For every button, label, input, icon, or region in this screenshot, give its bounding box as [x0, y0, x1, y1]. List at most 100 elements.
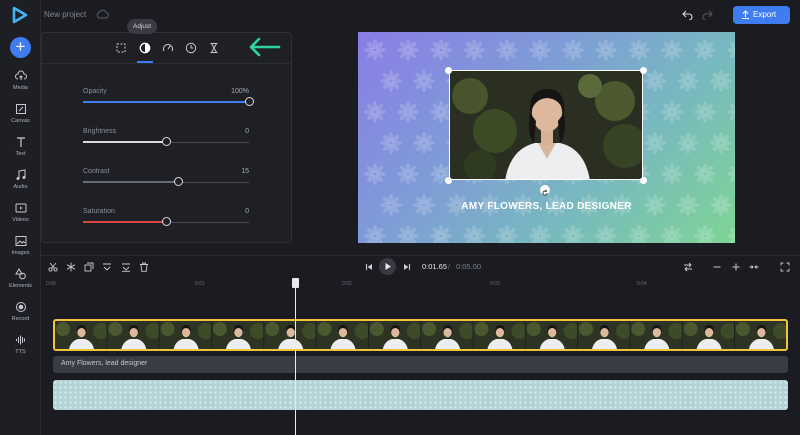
- resize-handle-top-right[interactable]: [640, 67, 647, 74]
- contrast-fill: [83, 181, 178, 183]
- sidebar-item-label: Text: [15, 151, 26, 157]
- flower-shape: [380, 132, 402, 154]
- text-icon: [16, 137, 25, 147]
- canvas-icon: [15, 104, 26, 114]
- text-clip[interactable]: Amy Flowers, lead designer: [53, 356, 788, 373]
- adjust-panel: Opacity 100% Brightness 0 Contrast 15 Sa…: [41, 32, 292, 243]
- video-clip[interactable]: [53, 319, 788, 351]
- contrast-knob[interactable]: [174, 177, 183, 186]
- sidebar-item-elements[interactable]: Elements: [0, 268, 41, 298]
- rotate-icon: [542, 189, 548, 196]
- flower-shape: [694, 39, 716, 61]
- resize-handle-bottom-right[interactable]: [640, 177, 647, 184]
- saturation-knob[interactable]: [162, 217, 171, 226]
- sidebar-item-media[interactable]: Media: [0, 70, 41, 100]
- speed-icon: [163, 44, 173, 52]
- sidebar-item-canvas[interactable]: Canvas: [0, 103, 41, 133]
- freeze-icon[interactable]: [66, 262, 76, 272]
- swap-icon[interactable]: [683, 262, 693, 272]
- resize-handle-top-left[interactable]: [445, 67, 452, 74]
- tab-duration[interactable]: [207, 41, 221, 55]
- export-button[interactable]: Export: [733, 6, 790, 24]
- video-filmstrip: [55, 321, 786, 349]
- add-button[interactable]: +: [10, 37, 31, 58]
- send-backward-icon[interactable]: [121, 262, 131, 272]
- duplicate-icon[interactable]: [84, 262, 94, 272]
- opacity-knob[interactable]: [245, 97, 254, 106]
- caption-text[interactable]: AMY FLOWERS, LEAD DESIGNER: [358, 201, 735, 212]
- sidebar-item-audio[interactable]: Audio: [0, 169, 41, 199]
- flower-shape: [661, 101, 683, 123]
- playhead-handle[interactable]: [292, 278, 299, 288]
- sidebar-item-tts[interactable]: TTS: [0, 334, 41, 364]
- skip-forward-icon[interactable]: [402, 262, 412, 272]
- filmstrip-thumbnail: [473, 321, 528, 349]
- filmstrip-thumbnail: [368, 321, 423, 349]
- resize-handle-bottom-left[interactable]: [445, 177, 452, 184]
- brightness-knob[interactable]: [162, 137, 171, 146]
- video-frame[interactable]: [449, 70, 643, 180]
- filmstrip-thumbnail: [159, 321, 214, 349]
- filmstrip-thumbnail: [316, 321, 371, 349]
- flower-shape: [430, 39, 452, 61]
- upload-icon: [742, 10, 749, 19]
- sidebar: + Media Canvas Text Audio Videos Images …: [0, 0, 41, 435]
- play-button[interactable]: [379, 258, 396, 275]
- flower-shape: [628, 39, 650, 61]
- flower-shape: [677, 132, 699, 154]
- redo-icon[interactable]: [702, 10, 713, 20]
- shapes-icon: [14, 268, 26, 280]
- flower-shape: [562, 225, 584, 243]
- skip-back-icon[interactable]: [364, 262, 374, 272]
- sidebar-item-images[interactable]: Images: [0, 235, 41, 265]
- playhead-line[interactable]: [295, 278, 296, 435]
- flower-shape: [397, 163, 419, 185]
- filmstrip-thumbnail: [211, 321, 266, 349]
- bring-forward-icon[interactable]: [102, 262, 112, 272]
- cloud-upload-icon: [14, 70, 27, 80]
- flower-shape: [644, 70, 666, 92]
- waveform-icon: [15, 335, 25, 345]
- presenter-video-still: [450, 71, 642, 179]
- opacity-label: Opacity: [83, 88, 107, 95]
- sidebar-item-text[interactable]: Text: [0, 136, 41, 166]
- brightness-value: 0: [245, 128, 249, 135]
- total-time: 0:05.00: [456, 262, 482, 271]
- fullscreen-icon[interactable]: [780, 262, 790, 272]
- rotate-handle[interactable]: [540, 185, 550, 196]
- app-logo-icon[interactable]: [11, 6, 29, 24]
- audio-clip[interactable]: [53, 380, 788, 410]
- saturation-label: Saturation: [83, 208, 115, 215]
- tab-crop[interactable]: [114, 41, 128, 55]
- filmstrip-thumbnail: [107, 321, 162, 349]
- time-separator: /: [448, 262, 451, 271]
- project-title[interactable]: New project: [44, 10, 86, 19]
- tab-adjust[interactable]: [138, 41, 152, 55]
- brightness-slider-row: Brightness 0: [83, 128, 249, 158]
- flower-shape: [694, 225, 716, 243]
- sidebar-item-videos[interactable]: Videos: [0, 202, 41, 232]
- flower-shape: [727, 41, 735, 59]
- zoom-in-icon[interactable]: [731, 262, 741, 272]
- brightness-label: Brightness: [83, 128, 117, 135]
- flower-shape: [496, 39, 518, 61]
- filmstrip-thumbnail: [734, 321, 786, 349]
- filmstrip-thumbnail: [578, 321, 632, 349]
- brightness-fill: [83, 141, 166, 143]
- flower-shape: [380, 70, 402, 92]
- fit-timeline-icon[interactable]: [749, 262, 759, 272]
- sidebar-item-label: Images: [11, 250, 30, 256]
- tab-speed[interactable]: [161, 41, 175, 55]
- crop-icon: [116, 43, 126, 53]
- timeline-ruler[interactable]: 0:00 0:01 0:02 0:03 0:04: [41, 280, 800, 292]
- flower-shape: [463, 225, 485, 243]
- zoom-out-icon[interactable]: [712, 262, 722, 272]
- sidebar-item-record[interactable]: Record: [0, 301, 41, 331]
- scissors-icon[interactable]: [48, 262, 58, 272]
- flower-shape: [430, 225, 452, 243]
- flower-shape: [727, 103, 735, 121]
- ruler-tick: 0:04: [637, 281, 647, 287]
- trash-icon[interactable]: [139, 262, 149, 272]
- tab-timer[interactable]: [184, 41, 198, 55]
- undo-icon[interactable]: [682, 10, 693, 20]
